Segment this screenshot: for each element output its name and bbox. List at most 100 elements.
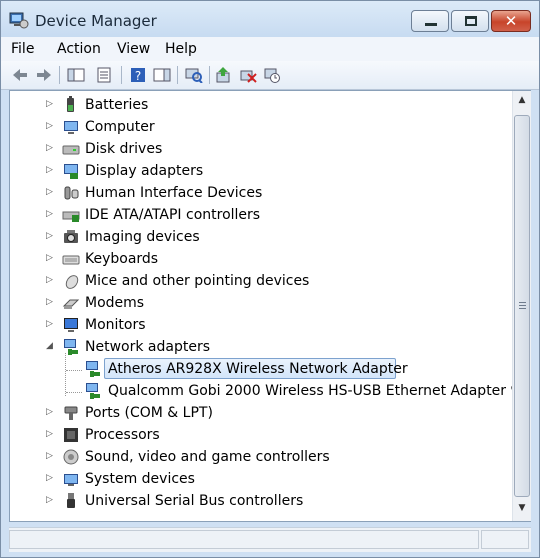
battery-icon [67, 96, 74, 112]
scroll-thumb[interactable] [514, 115, 530, 497]
scroll-down-icon[interactable]: ▼ [516, 503, 528, 515]
tree-category-row[interactable]: ▷ Ports (COM & LPT) [10, 402, 512, 424]
expand-icon[interactable]: ▷ [46, 143, 54, 153]
tree-category-label: IDE ATA/ATAPI controllers [85, 207, 261, 223]
menu-action[interactable]: Action [57, 41, 101, 57]
tree-category-label: Monitors [85, 317, 146, 333]
show-hide-console-tree-icon[interactable] [67, 67, 85, 83]
maximize-icon [465, 16, 477, 26]
network-device-icon [86, 361, 100, 377]
scroll-up-icon[interactable]: ▲ [516, 95, 528, 107]
tree-category-label: Universal Serial Bus controllers [85, 493, 304, 509]
expand-icon[interactable]: ▷ [46, 121, 54, 131]
tree-category-row[interactable]: ▷ Monitors [10, 314, 512, 336]
tree-category-row[interactable]: ▷ Mice and other pointing devices [10, 270, 512, 292]
system-device-icon [64, 474, 78, 486]
menu-view[interactable]: View [117, 41, 150, 57]
window-title: Device Manager [35, 12, 157, 30]
tree-device-label: Atheros AR928X Wireless Network Adapter [108, 361, 408, 377]
expand-icon[interactable]: ▷ [46, 209, 54, 219]
tree-category-row[interactable]: ▷ Universal Serial Bus controllers [10, 490, 512, 512]
modem-icon [62, 299, 80, 309]
toolbar-separator [59, 66, 60, 84]
disable-icon[interactable] [263, 67, 281, 83]
tree-category-row[interactable]: ▷ IDE ATA/ATAPI controllers [10, 204, 512, 226]
toolbar-separator [209, 66, 210, 84]
menu-help[interactable]: Help [165, 41, 197, 57]
minimize-button[interactable] [411, 10, 449, 32]
mouse-icon [65, 275, 79, 289]
tree-category-label: Disk drives [85, 141, 163, 157]
minimize-icon [425, 23, 437, 26]
tree-category-label: Keyboards [85, 251, 159, 267]
tree-category-label: Network adapters [85, 339, 210, 355]
scroll-grip [519, 308, 526, 309]
tree-category-label: Processors [85, 427, 160, 443]
tree-category-row[interactable]: ▷ Modems [10, 292, 512, 314]
title-bar[interactable]: Device Manager ✕ [1, 1, 539, 37]
expand-icon[interactable]: ▷ [46, 187, 54, 197]
expand-icon[interactable]: ▷ [46, 275, 54, 285]
forward-icon[interactable] [35, 67, 53, 83]
tree-category-row[interactable]: ▷ Computer [10, 116, 512, 138]
uninstall-icon[interactable] [239, 67, 257, 83]
tree-category-row[interactable]: ▷ Batteries [10, 94, 512, 116]
scan-hardware-icon[interactable] [185, 67, 203, 83]
tree-category-row[interactable]: ▷ Human Interface Devices [10, 182, 512, 204]
tree-category-row[interactable]: ▷ Keyboards [10, 248, 512, 270]
tree-category-row[interactable]: ▷ System devices [10, 468, 512, 490]
properties-icon[interactable] [95, 67, 113, 83]
status-cell-main [9, 530, 479, 549]
svg-text:?: ? [135, 69, 141, 83]
maximize-button[interactable] [451, 10, 489, 32]
tree-category-label: Ports (COM & LPT) [85, 405, 213, 421]
tree-category-row[interactable]: ▷ Disk drives [10, 138, 512, 160]
disk-drive-icon [62, 145, 80, 155]
collapse-icon[interactable]: ◢ [46, 341, 54, 351]
update-driver-icon[interactable] [215, 67, 233, 83]
expand-icon[interactable]: ▷ [46, 473, 54, 483]
expand-icon[interactable]: ▷ [46, 99, 54, 109]
computer-icon [64, 121, 78, 134]
help-icon[interactable]: ? [129, 67, 147, 83]
tree-device-label: Qualcomm Gobi 2000 Wireless HS-USB Ether… [108, 383, 512, 399]
tree-category-label: Sound, video and game controllers [85, 449, 330, 465]
back-icon[interactable] [11, 67, 29, 83]
expand-icon[interactable]: ▷ [46, 165, 54, 175]
menu-file[interactable]: File [11, 41, 34, 57]
expand-icon[interactable]: ▷ [46, 429, 54, 439]
expand-icon[interactable]: ▷ [46, 451, 54, 461]
expand-icon[interactable]: ▷ [46, 253, 54, 263]
tree-category-row[interactable]: ▷ Imaging devices [10, 226, 512, 248]
expand-icon[interactable]: ▷ [46, 319, 54, 329]
vertical-scrollbar[interactable]: ▲ ▼ [512, 91, 531, 521]
expand-icon[interactable]: ▷ [46, 231, 54, 241]
expand-icon[interactable]: ▷ [46, 495, 54, 505]
close-button[interactable]: ✕ [491, 10, 531, 32]
network-device-icon [86, 383, 100, 399]
show-action-pane-icon[interactable] [153, 67, 171, 83]
monitor-icon [64, 318, 78, 332]
tree-category-label: Imaging devices [85, 229, 200, 245]
device-manager-icon [9, 12, 29, 29]
expand-icon[interactable]: ▷ [46, 407, 54, 417]
status-cell-aux [481, 530, 529, 549]
tree-category-label: Modems [85, 295, 145, 311]
tree-device-row[interactable]: Qualcomm Gobi 2000 Wireless HS-USB Ether… [10, 380, 512, 402]
tree-category-row[interactable]: ▷ Processors [10, 424, 512, 446]
expand-icon[interactable]: ▷ [46, 297, 54, 307]
tree-device-row[interactable]: Atheros AR928X Wireless Network Adapter [10, 358, 512, 380]
device-tree-pane[interactable]: ▷ Batteries ▷ Computer ▷ Disk drives ▷ Display … [9, 90, 531, 522]
toolbar: ? [1, 61, 539, 90]
tree-category-row[interactable]: ▷ Sound, video and game controllers [10, 446, 512, 468]
hid-icon [64, 186, 79, 200]
status-bar [9, 527, 531, 552]
tree-category-label: Computer [85, 119, 155, 135]
port-icon [64, 406, 78, 420]
tree-category-label: Human Interface Devices [85, 185, 263, 201]
tree-category-label: Mice and other pointing devices [85, 273, 310, 289]
toolbar-separator [177, 66, 178, 84]
tree-category-row[interactable]: ◢ Network adapters [10, 336, 512, 358]
close-icon: ✕ [504, 12, 518, 30]
tree-category-row[interactable]: ▷ Display adapters [10, 160, 512, 182]
